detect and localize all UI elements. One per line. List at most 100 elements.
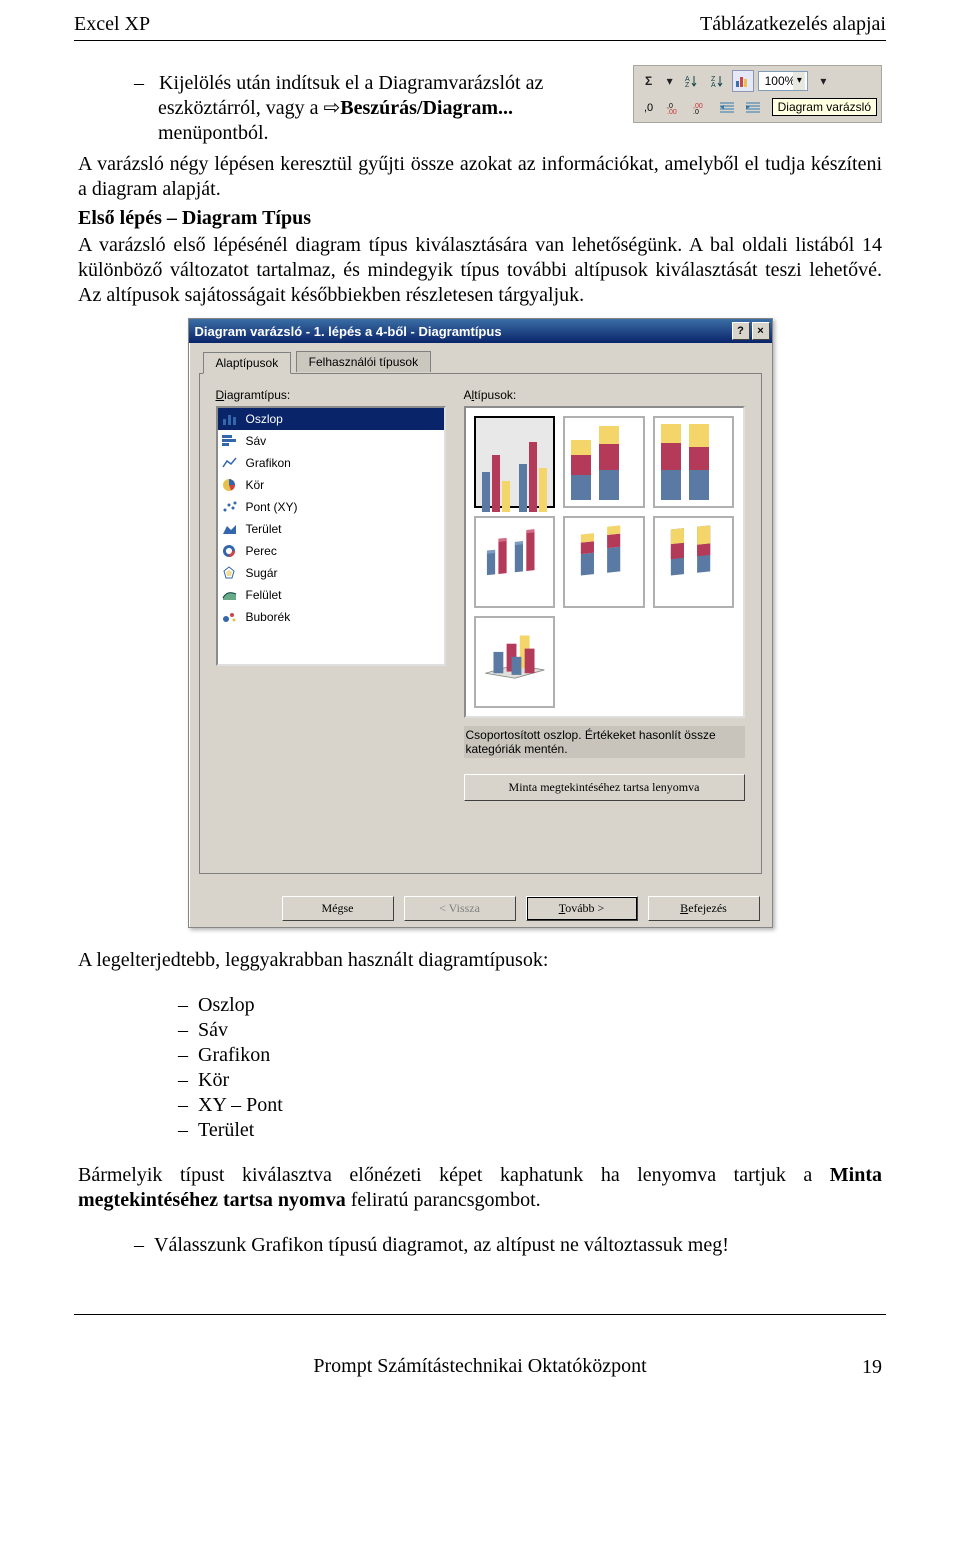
- dialog-titlebar: Diagram varázsló - 1. lépés a 4-ből - Di…: [189, 319, 772, 343]
- comma-icon: ,0: [642, 100, 656, 114]
- list-item[interactable]: Pont (XY): [218, 496, 444, 518]
- column-chart-icon: [222, 411, 238, 427]
- svg-text:,0: ,0: [693, 109, 699, 114]
- subtype-thumbnail[interactable]: [653, 516, 735, 608]
- chart-type-listbox[interactable]: Oszlop Sáv Grafikon: [216, 406, 446, 666]
- paragraph: A varázsló négy lépésen keresztül gyűjti…: [78, 152, 882, 202]
- stacked-100-3d-column-icon: [661, 524, 727, 581]
- chart-subtype-grid: [464, 406, 745, 718]
- subtype-thumbnail[interactable]: [474, 516, 556, 608]
- radar-chart-icon: [222, 565, 238, 581]
- svg-text:,00: ,00: [667, 109, 677, 114]
- list-item[interactable]: Oszlop: [218, 408, 444, 430]
- chart-wizard-button[interactable]: [732, 70, 754, 92]
- increase-indent-button[interactable]: [742, 96, 764, 118]
- 3d-column-icon: [482, 624, 548, 681]
- doughnut-chart-icon: [222, 543, 238, 559]
- dropdown-arrow-icon[interactable]: ▾: [664, 70, 676, 92]
- list-item: Kör: [178, 1068, 882, 1093]
- titlebar-close-button[interactable]: ×: [752, 322, 770, 340]
- increase-decimal-button[interactable]: ,0 ,00: [664, 96, 686, 118]
- text-span: feliratú parancsgombot.: [346, 1189, 541, 1211]
- sort-asc-button[interactable]: A Z: [680, 70, 702, 92]
- subtype-thumbnail[interactable]: [653, 416, 735, 508]
- increase-indent-icon: [746, 101, 760, 113]
- back-button[interactable]: < Vissza: [404, 896, 516, 921]
- cancel-button[interactable]: Mégse: [282, 896, 394, 921]
- decrease-indent-button[interactable]: [716, 96, 738, 118]
- line-chart-icon: [222, 455, 238, 471]
- chart-wizard-tooltip: Diagram varázsló: [772, 98, 877, 116]
- decrease-decimal-button[interactable]: ,00 ,0: [690, 96, 712, 118]
- text-span: menüpontból.: [158, 122, 269, 144]
- subtype-thumbnail[interactable]: [474, 616, 556, 708]
- comma-style-button[interactable]: ,0: [638, 96, 660, 118]
- list-item-label: Grafikon: [246, 456, 291, 470]
- bubble-chart-icon: [222, 609, 238, 625]
- list-item-label: Sugár: [246, 566, 278, 580]
- list-item-label: Perec: [246, 544, 277, 558]
- svg-text:,0: ,0: [644, 102, 653, 114]
- list-item-label: Terület: [246, 522, 282, 536]
- decrease-indent-icon: [720, 101, 734, 113]
- sigma-icon: Σ: [645, 74, 652, 88]
- list-item[interactable]: Sugár: [218, 562, 444, 584]
- section-subtitle: Első lépés – Diagram Típus: [78, 207, 311, 229]
- overflow-menu-icon[interactable]: ▾: [812, 70, 834, 92]
- subtype-thumbnail[interactable]: [474, 416, 556, 508]
- stacked-3d-column-icon: [571, 524, 637, 581]
- sort-asc-icon: A Z: [684, 74, 698, 88]
- surface-chart-icon: [222, 587, 238, 603]
- list-item[interactable]: Kör: [218, 474, 444, 496]
- titlebar-help-button[interactable]: ?: [732, 322, 750, 340]
- sort-desc-icon: Z A: [710, 74, 724, 88]
- text-span: Bármelyik típust kiválasztva előnézeti k…: [78, 1164, 830, 1186]
- dialog-tabs: Alaptípusok Felhasználói típusok: [199, 351, 762, 374]
- list-item[interactable]: Terület: [218, 518, 444, 540]
- list-item-label: Kör: [246, 478, 265, 492]
- finish-button[interactable]: Befejezés: [648, 896, 760, 921]
- dialog-title: Diagram varázsló - 1. lépés a 4-ből - Di…: [195, 324, 502, 339]
- chart-wizard-icon: [735, 74, 751, 88]
- area-chart-icon: [222, 521, 238, 537]
- bar-chart-icon: [222, 433, 238, 449]
- list-item-label: Buborék: [246, 610, 291, 624]
- list-item: Válasszunk Grafikon típusú diagramot, az…: [134, 1233, 882, 1258]
- subtype-description: Csoportosított oszlop. Értékeket hasonlí…: [464, 726, 745, 758]
- list-item[interactable]: Felület: [218, 584, 444, 606]
- chart-subtype-label: Altípusok:: [464, 388, 745, 402]
- menu-path: Beszúrás/Diagram...: [340, 97, 513, 119]
- paragraph: A legelterjedtebb, leggyakrabban használ…: [78, 948, 882, 973]
- pie-chart-icon: [222, 477, 238, 493]
- subtype-thumbnail[interactable]: [563, 516, 645, 608]
- footer-divider: [74, 1314, 886, 1315]
- list-item: Grafikon: [178, 1043, 882, 1068]
- autosum-button[interactable]: Σ: [638, 70, 660, 92]
- header-divider: [74, 40, 886, 41]
- clustered-3d-column-icon: [482, 524, 548, 581]
- tab-custom-types[interactable]: Felhasználói típusok: [296, 351, 431, 372]
- list-item: Terület: [178, 1118, 882, 1143]
- next-button[interactable]: Tovább >: [526, 896, 638, 921]
- header-right: Táblázatkezelés alapjai: [700, 12, 886, 36]
- list-item-label: Felület: [246, 588, 282, 602]
- arrow-icon: ⇨: [323, 97, 340, 119]
- chart-wizard-dialog: Diagram varázsló - 1. lépés a 4-ből - Di…: [188, 318, 773, 928]
- chart-type-label: Diagramtípus:: [216, 388, 446, 402]
- list-item[interactable]: Buborék: [218, 606, 444, 628]
- list-item: XY – Pont: [178, 1093, 882, 1118]
- sort-desc-button[interactable]: Z A: [706, 70, 728, 92]
- list-item-label: Oszlop: [246, 412, 283, 426]
- tab-standard-types[interactable]: Alaptípusok: [203, 352, 292, 374]
- zoom-combo[interactable]: 100%: [758, 71, 809, 91]
- list-item[interactable]: Perec: [218, 540, 444, 562]
- svg-text:Z: Z: [685, 82, 690, 88]
- subtype-thumbnail[interactable]: [563, 416, 645, 508]
- list-item[interactable]: Grafikon: [218, 452, 444, 474]
- xy-scatter-icon: [222, 499, 238, 515]
- header-left: Excel XP: [74, 12, 150, 36]
- preview-sample-button[interactable]: Minta megtekintéséhez tartsa lenyomva: [464, 774, 745, 801]
- paragraph: A varázsló első lépésénél diagram típus …: [78, 233, 882, 308]
- list-item: Oszlop: [178, 993, 882, 1018]
- list-item[interactable]: Sáv: [218, 430, 444, 452]
